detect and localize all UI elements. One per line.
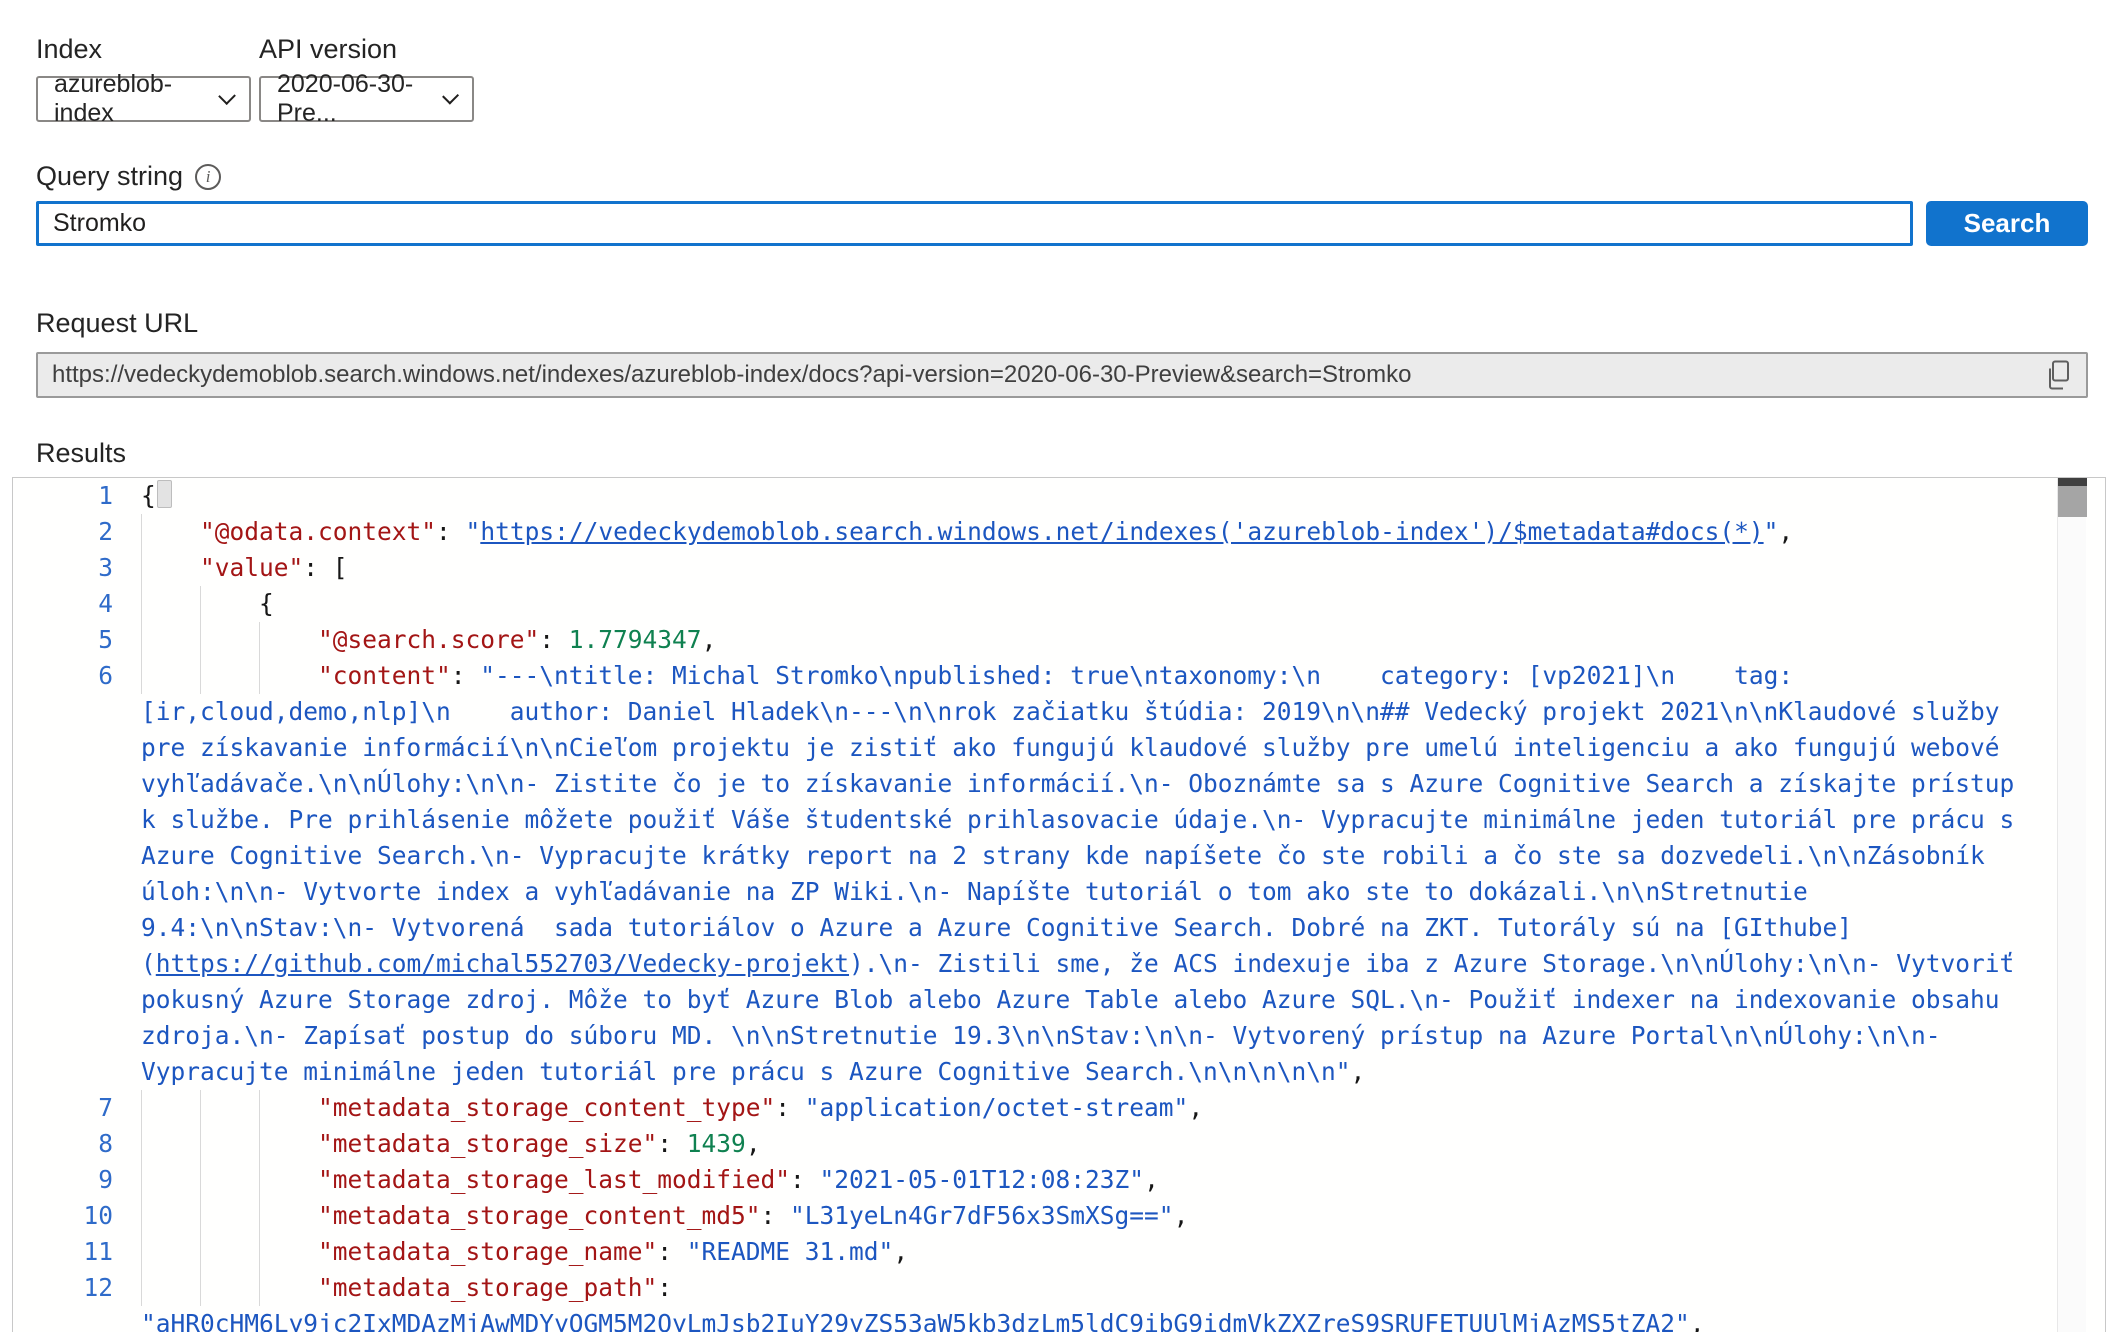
query-string-label-row: Query string i [36,163,2088,190]
code-text: "metadata_storage_last_modified": "2021-… [141,1162,2031,1198]
code-line: 1{ [13,478,2057,514]
line-number: 11 [13,1234,113,1270]
line-number: 3 [13,550,113,586]
scrollbar-thumb[interactable] [2058,486,2087,517]
api-version-dropdown[interactable]: 2020-06-30-Pre... [259,76,474,122]
selectors-row: Index azureblob-index API version 2020-0… [36,36,2088,122]
index-label: Index [36,36,251,63]
line-number: 2 [13,514,113,550]
code-line: 11 "metadata_storage_name": "README 31.m… [13,1234,2057,1270]
results-label: Results [36,438,2088,469]
line-number: 5 [13,622,113,658]
code-line: 2 "@odata.context": "https://vedeckydemo… [13,514,2057,550]
code-line: 9 "metadata_storage_last_modified": "202… [13,1162,2057,1198]
search-button[interactable]: Search [1926,201,2088,246]
code-text: "metadata_storage_path": "aHR0cHM6Ly9jc2… [141,1270,2031,1332]
query-row: Search [36,201,2088,246]
request-url-value: https://vedeckydemoblob.search.windows.n… [52,361,2034,389]
request-url-bar: https://vedeckydemoblob.search.windows.n… [36,352,2088,398]
cursor-block [157,480,172,508]
line-number: 7 [13,1090,113,1126]
code-line: 12 "metadata_storage_path": "aHR0cHM6Ly9… [13,1270,2057,1332]
api-version-label: API version [259,36,474,63]
line-number: 4 [13,586,113,622]
scrollbar-corner [2058,478,2087,486]
code-text: "metadata_storage_size": 1439, [141,1126,2031,1162]
api-version-dropdown-value: 2020-06-30-Pre... [277,70,445,128]
code-text: "metadata_storage_content_type": "applic… [141,1090,2031,1126]
code-line: 10 "metadata_storage_content_md5": "L31y… [13,1198,2057,1234]
code-text: "@search.score": 1.7794347, [141,622,2031,658]
code-text: { [141,586,2031,622]
code-text: "value": [ [141,550,2031,586]
code-text: "content": "---\ntitle: Michal Stromko\n… [141,658,2031,1090]
index-field: Index azureblob-index [36,36,251,122]
request-url-label: Request URL [36,308,2088,339]
api-version-field: API version 2020-06-30-Pre... [259,36,474,122]
code-line: 7 "metadata_storage_content_type": "appl… [13,1090,2057,1126]
copy-icon[interactable] [2046,360,2072,390]
code-text: "metadata_storage_name": "README 31.md", [141,1234,2031,1270]
index-dropdown-value: azureblob-index [54,70,221,128]
code-text: "metadata_storage_content_md5": "L31yeLn… [141,1198,2031,1234]
line-number: 9 [13,1162,113,1198]
line-number: 10 [13,1198,113,1234]
line-number: 12 [13,1270,113,1306]
index-dropdown[interactable]: azureblob-index [36,76,251,122]
code-line: 5 "@search.score": 1.7794347, [13,622,2057,658]
query-string-label: Query string [36,163,183,190]
line-number: 6 [13,658,113,694]
info-icon[interactable]: i [195,164,221,190]
results-code[interactable]: 1{2 "@odata.context": "https://vedeckyde… [13,478,2057,1332]
code-text: "@odata.context": "https://vedeckydemobl… [141,514,2031,550]
code-text: { [141,478,2031,514]
vertical-scrollbar[interactable] [2057,478,2086,1332]
code-line: 6 "content": "---\ntitle: Michal Stromko… [13,658,2057,1090]
line-number: 8 [13,1126,113,1162]
results-editor[interactable]: 1{2 "@odata.context": "https://vedeckyde… [12,477,2106,1332]
query-input[interactable] [36,201,1913,246]
line-number: 1 [13,478,113,514]
code-line: 4 { [13,586,2057,622]
code-line: 8 "metadata_storage_size": 1439, [13,1126,2057,1162]
code-line: 3 "value": [ [13,550,2057,586]
search-explorer-page: Index azureblob-index API version 2020-0… [0,0,2124,1332]
